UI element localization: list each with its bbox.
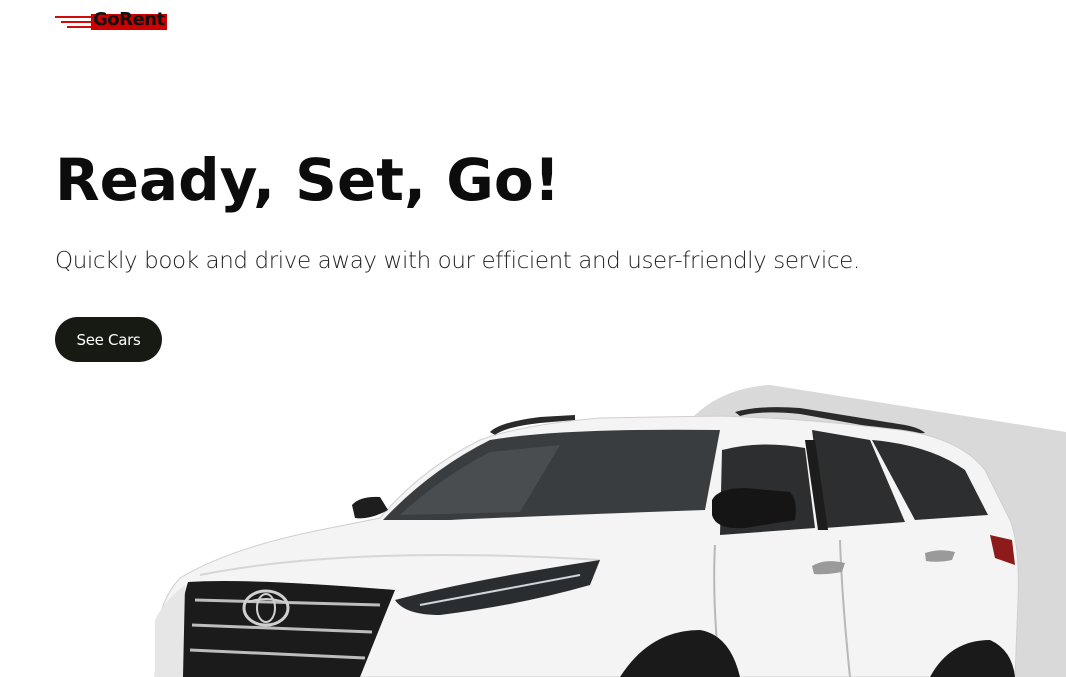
landing-page: GoRent Ready, Set, Go! Quickly book and … [0, 0, 1066, 677]
hero-car-image [154, 407, 1019, 677]
